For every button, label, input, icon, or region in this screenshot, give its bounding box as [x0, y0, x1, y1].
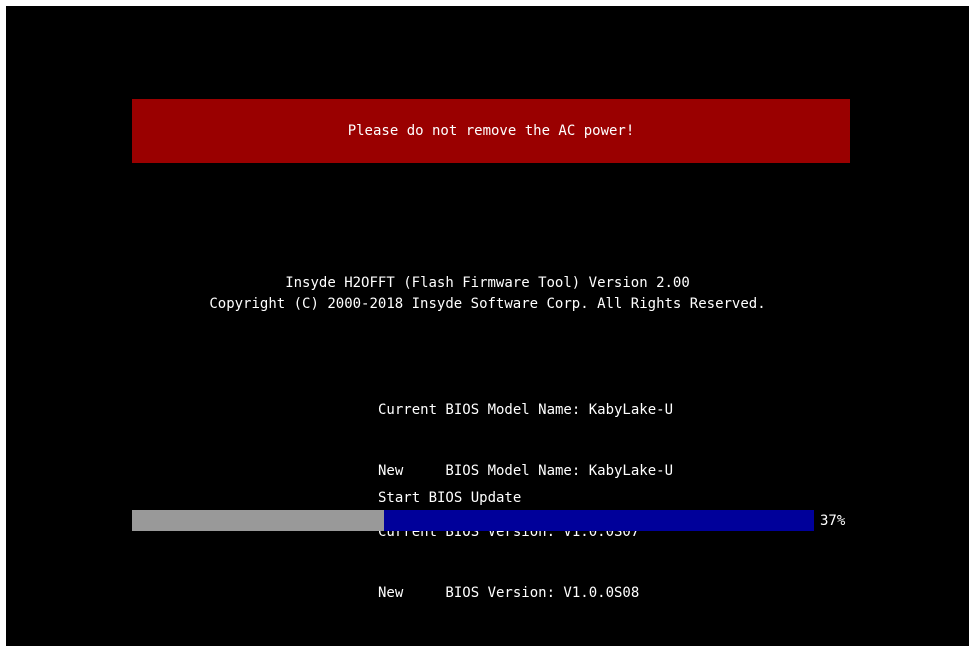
progress-percent: 37% — [820, 513, 846, 529]
current-bios-model-name: Current BIOS Model Name: KabyLake-U — [378, 402, 674, 418]
tool-title: Insyde H2OFFT (Flash Firmware Tool) Vers… — [285, 275, 690, 291]
progress-bar-fill — [132, 510, 385, 531]
new-bios-version: New BIOS Version: V1.0.0S08 — [378, 585, 640, 601]
progress-bar — [132, 510, 814, 531]
warning-text: Please do not remove the AC power! — [347, 123, 635, 139]
tool-copyright: Copyright (C) 2000-2018 Insyde Software … — [209, 296, 766, 312]
bios-flash-screen: Please do not remove the AC power! Insyd… — [6, 6, 969, 646]
warning-banner: Please do not remove the AC power! — [132, 99, 850, 163]
new-bios-model-name: New BIOS Model Name: KabyLake-U — [378, 463, 674, 479]
update-status-label: Start BIOS Update — [378, 490, 522, 506]
